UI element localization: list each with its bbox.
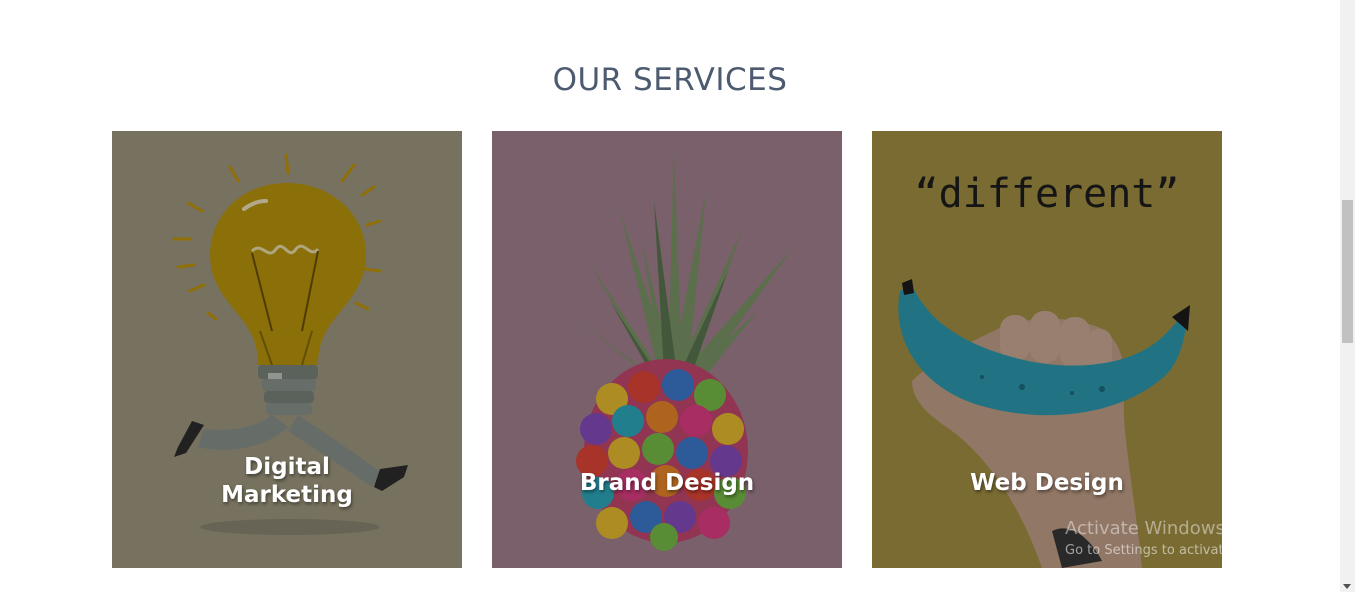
section-title: OUR SERVICES [552,62,788,98]
scrollbar-thumb[interactable] [1342,200,1353,343]
service-label-digital-marketing: Digital Marketing [221,454,353,508]
service-label-web-design: Web Design [970,470,1124,496]
image-dim-overlay [492,131,842,568]
service-card-brand-design[interactable]: Brand Design [492,131,842,568]
vertical-scrollbar[interactable] [1340,0,1355,592]
image-dim-overlay [872,131,1222,568]
watermark-line-2: Go to Settings to activate Windows. [1065,543,1298,558]
service-label-brand-design: Brand Design [579,470,755,496]
service-card-digital-marketing[interactable]: Digital Marketing [112,131,462,568]
windows-activation-watermark: Activate Windows Go to Settings to activ… [1065,518,1298,558]
scroll-down-arrow-icon[interactable] [1343,584,1351,589]
service-card-web-design[interactable]: “different” Web Design [872,131,1222,568]
watermark-line-1: Activate Windows [1065,518,1225,539]
